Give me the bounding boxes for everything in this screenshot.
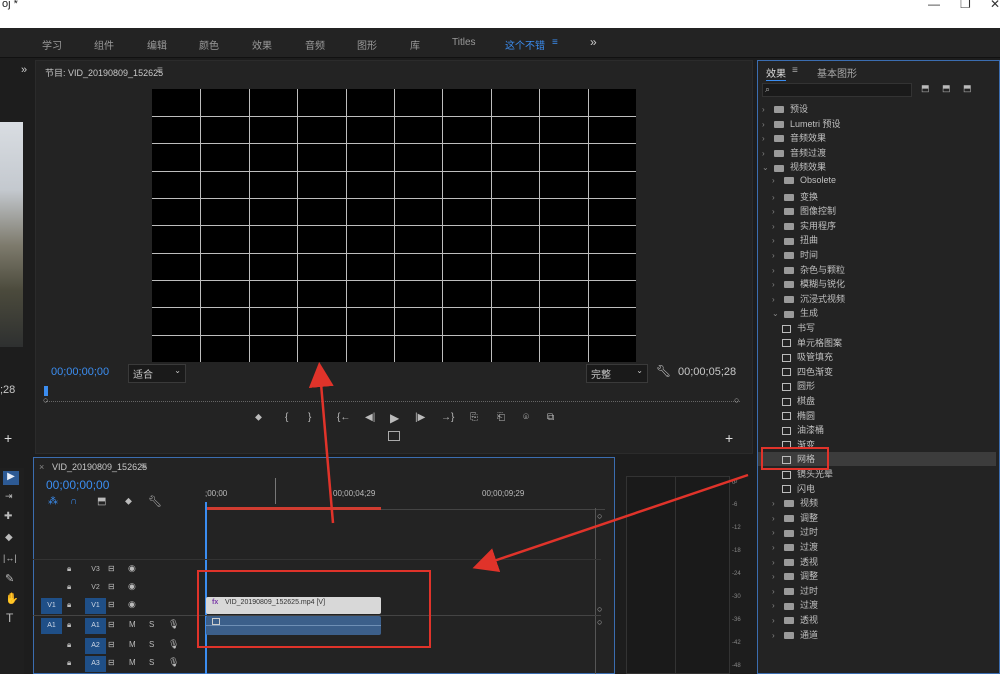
annotation-arrows <box>308 362 749 573</box>
arrow-to-monitor <box>308 362 335 524</box>
arrow-to-clip <box>472 473 749 573</box>
